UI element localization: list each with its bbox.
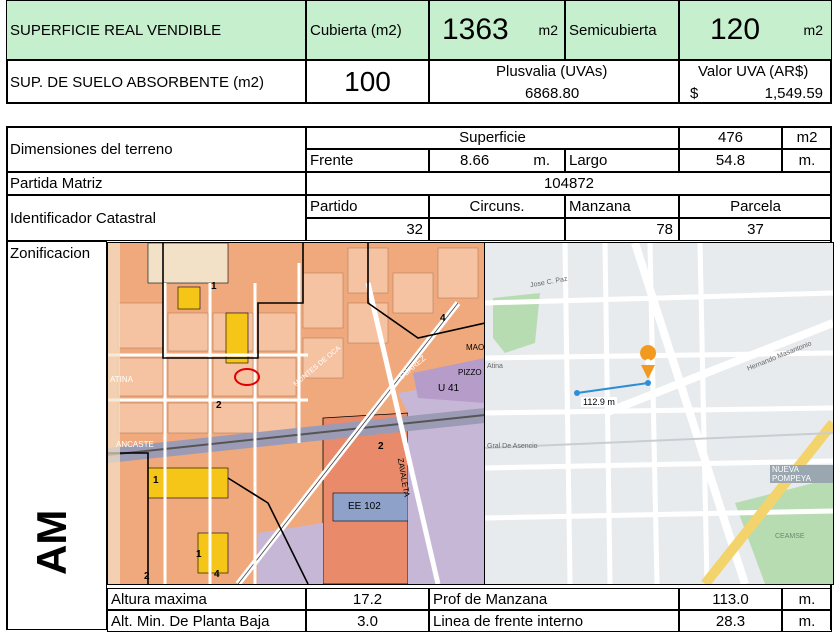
frente-label: Frente: [306, 149, 429, 172]
side-label: AM: [28, 509, 75, 575]
partida-label: Partida Matriz: [6, 172, 306, 195]
zone-1c: 1: [196, 549, 202, 560]
zone-4b: 4: [214, 569, 220, 580]
street-atina-map: Atina: [487, 363, 503, 370]
linea-value: 28.3: [679, 610, 782, 632]
largo-value: 54.8: [679, 149, 782, 172]
dimensiones-label: Dimensiones del terreno: [6, 126, 306, 172]
absorbente-value: 100: [306, 60, 429, 104]
zonificacion-label: Zonificacion: [10, 245, 91, 262]
street-asencio: Gral De Asencio: [487, 443, 538, 450]
partido-value: 32: [306, 218, 429, 241]
largo-unit: m.: [782, 149, 832, 172]
catastral-label: Identificador Catastral: [6, 195, 306, 241]
plusvalia-label: Plusvalia (UVAs): [496, 63, 608, 80]
street-atina: ATINA: [110, 375, 133, 384]
zoning-map: 1 1 1 2 2 2 4 4 U 41 EE 102 ANCASTE ATIN…: [107, 242, 486, 585]
alt-min-label: Alt. Min. De Planta Baja: [107, 610, 306, 632]
circuns-label: Circuns.: [429, 195, 565, 218]
zone-u41: U 41: [438, 383, 460, 394]
cubierta-value: 1363: [442, 13, 509, 46]
superficie-terreno-value: 476: [679, 126, 782, 149]
linea-unit: m.: [782, 610, 832, 632]
valor-uva-cell: Valor UVA (AR$) $ 1,549.59: [679, 60, 832, 104]
plusvalia-cell: Plusvalia (UVAs) 6868.80: [429, 60, 679, 104]
zone-ee102: EE 102: [348, 501, 381, 512]
street-ancaste: ANCASTE: [116, 440, 154, 449]
manzana-label: Manzana: [565, 195, 679, 218]
circuns-value: [429, 218, 565, 241]
semicubierta-label: Semicubierta: [565, 0, 679, 60]
absorbente-label: SUP. DE SUELO ABSORBENTE (m2): [6, 60, 306, 104]
valor-uva-value: 1,549.59: [764, 85, 823, 102]
nueva-pompeya-label: NUEVA POMPEYA: [770, 465, 833, 483]
plusvalia-value: 6868.80: [525, 85, 580, 102]
superficie-label: SUPERFICIE REAL VENDIBLE: [6, 0, 306, 60]
frente-value: 8.66: [460, 152, 490, 169]
distance-label: 112.9 m: [581, 397, 617, 407]
linea-label: Linea de frente interno: [429, 610, 679, 632]
altura-value: 17.2: [306, 588, 429, 610]
semicubierta-value: 120: [710, 13, 761, 46]
frente-value-cell: 8.66 m.: [429, 149, 565, 172]
superficie-terreno-label: Superficie: [306, 126, 679, 149]
zone-2c: 2: [144, 571, 150, 582]
zone-1b: 1: [153, 475, 159, 486]
cubierta-value-cell: 1363 m2: [429, 0, 565, 60]
semicubierta-value-cell: 120 m2: [679, 0, 832, 60]
altura-label: Altura maxima: [107, 588, 306, 610]
partido-label: Partido: [306, 195, 429, 218]
cubierta-unit: m2: [538, 22, 558, 38]
parcela-label: Parcela: [679, 195, 832, 218]
superficie-terreno-unit: m2: [782, 126, 832, 149]
semicubierta-unit: m2: [803, 22, 823, 38]
partida-value: 104872: [306, 172, 832, 195]
prof-value: 113.0: [679, 588, 782, 610]
frente-unit: m.: [533, 152, 550, 169]
street-pizzo: PIZZO: [458, 368, 482, 377]
cubierta-label: Cubierta (m2): [306, 0, 429, 60]
zone-2a: 2: [216, 400, 222, 411]
zone-2b: 2: [378, 441, 384, 452]
zone-4a: 4: [440, 313, 446, 324]
street-map: 112.9 m Jose C. Paz Hernando Masantonio …: [484, 242, 834, 585]
zone-1a: 1: [211, 281, 217, 292]
valor-uva-label: Valor UVA (AR$): [698, 63, 809, 80]
zoning-map-svg: [108, 243, 485, 584]
largo-label: Largo: [565, 149, 679, 172]
valor-uva-currency: $: [690, 85, 699, 102]
prof-label: Prof de Manzana: [429, 588, 679, 610]
prof-unit: m.: [782, 588, 832, 610]
manzana-value: 78: [565, 218, 679, 241]
street-mao: MAO: [466, 343, 485, 352]
alt-min-value: 3.0: [306, 610, 429, 632]
ceamse-label: CEAMSE: [775, 533, 805, 540]
parcela-value: 37: [679, 218, 832, 241]
